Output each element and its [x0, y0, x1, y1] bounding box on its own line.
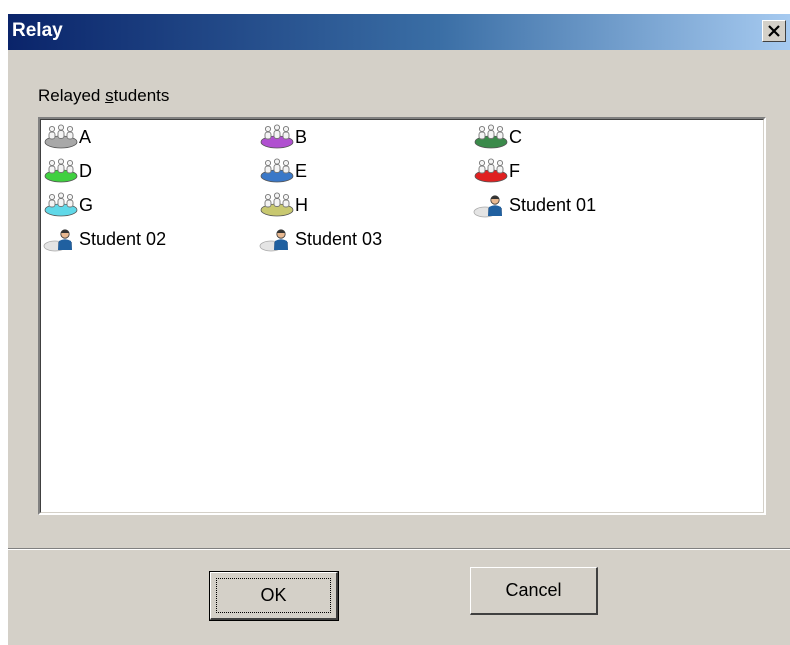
list-item-student-03[interactable]: Student 03 [259, 222, 382, 256]
list-item-student-01[interactable]: Student 01 [473, 188, 596, 222]
focus-rect [216, 578, 331, 613]
list-item-f[interactable]: F [473, 154, 520, 188]
list-item-e[interactable]: E [259, 154, 307, 188]
list-item-a[interactable]: A [43, 120, 91, 154]
list-item-c[interactable]: C [473, 120, 522, 154]
relayed-students-label: Relayed students [38, 86, 170, 105]
list-item-d[interactable]: D [43, 154, 92, 188]
list-item-label: A [79, 126, 92, 147]
group-icon [473, 154, 509, 189]
list-item-label: C [509, 126, 522, 147]
list-item-label: G [79, 194, 94, 215]
list-item-g[interactable]: G [43, 188, 93, 222]
close-button[interactable] [762, 20, 786, 42]
group-icon [43, 188, 79, 223]
relayed-students-list[interactable]: A B C D E F G H Student 01 Student 02 Student 03 [38, 117, 766, 515]
cancel-button[interactable]: Cancel [470, 567, 598, 615]
cancel-label: Cancel [505, 580, 562, 600]
list-item-label: Student 02 [79, 228, 167, 249]
group-icon [259, 120, 295, 155]
button-separator [8, 548, 790, 550]
student-icon [259, 222, 295, 257]
group-icon [43, 120, 79, 155]
relay-dialog: Relay Relayed students A B C D E F G H Student 0… [8, 14, 790, 645]
student-icon [473, 188, 509, 223]
list-item-student-02[interactable]: Student 02 [43, 222, 166, 256]
list-item-b[interactable]: B [259, 120, 307, 154]
list-item-label: Student 03 [295, 228, 383, 249]
list-item-label: D [79, 160, 92, 181]
window-title: Relay [12, 20, 63, 41]
list-item-h[interactable]: H [259, 188, 308, 222]
list-item-label: B [295, 126, 308, 147]
list-item-label: F [509, 160, 520, 181]
ok-button[interactable]: OK [209, 571, 339, 621]
close-icon [768, 25, 780, 37]
group-icon [473, 120, 509, 155]
group-icon [259, 154, 295, 189]
group-icon [43, 154, 79, 189]
list-item-label: E [295, 160, 308, 181]
list-item-label: Student 01 [509, 194, 597, 215]
title-bar[interactable]: Relay [8, 14, 790, 50]
list-item-label: H [295, 194, 308, 215]
student-icon [43, 222, 79, 257]
group-icon [259, 188, 295, 223]
